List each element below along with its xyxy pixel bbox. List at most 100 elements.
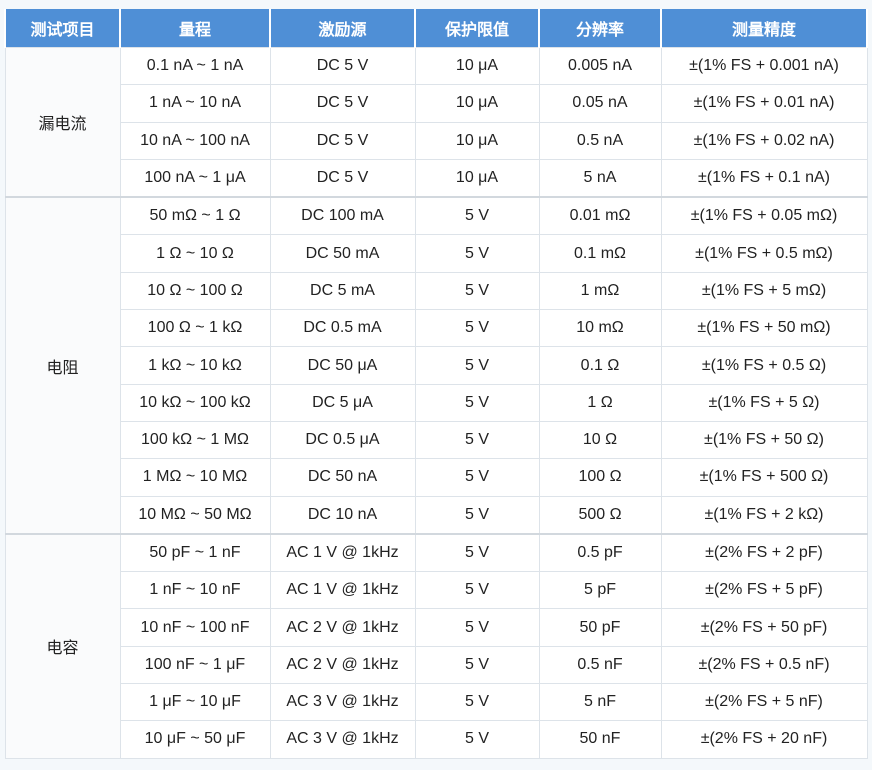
protection-limit-cell: 5 V — [414, 683, 540, 722]
range-cell: 50 pF ~ 1 nF — [119, 532, 271, 573]
range-cell: 1 nF ~ 10 nF — [119, 571, 271, 610]
excitation-cell: DC 0.5 mA — [269, 309, 416, 348]
excitation-cell: DC 5 μA — [269, 383, 416, 422]
table-row: 10 nA ~ 100 nA DC 5 V 10 μA 0.5 nA ±(1% FS +… — [5, 121, 868, 160]
protection-limit-cell: 5 V — [414, 196, 540, 236]
table-row: 10 kΩ ~ 100 kΩ DC 5 μA 5 V1 Ω ±(1% FS + 5 Ω… — [5, 383, 868, 422]
accuracy-cell: ±(1% FS + 0.02 nA) — [660, 121, 868, 160]
protection-limit-cell: 5 V — [414, 309, 540, 348]
excitation-cell: AC 3 V @ 1kHz — [269, 720, 416, 759]
accuracy-cell: ±(1% FS + 500 Ω) — [660, 458, 868, 497]
accuracy-cell: ±(1% FS + 0.5 Ω) — [660, 346, 868, 385]
resolution-cell: 5 nF — [538, 683, 662, 722]
range-cell: 1 nA ~ 10 nA — [119, 84, 271, 123]
range-cell: 10 nA ~ 100 nA — [119, 121, 271, 160]
protection-limit-cell: 10 μA — [414, 158, 540, 198]
table-row: 电容 50 pF ~ 1 nF AC 1 V @ 1kHz 5 V 0.5 pF ±(2%… — [4, 532, 868, 759]
excitation-cell: AC 2 V @ 1kHz — [269, 645, 416, 685]
table-row: 1 MΩ ~ 10 MΩ DC 50 nA 5 V 100 Ω ±(1% FS + 50… — [5, 458, 868, 497]
resolution-cell: 100 Ω — [538, 458, 662, 497]
excitation-cell: AC 2 V @ 1kHz — [269, 608, 416, 647]
excitation-cell: DC 5 V — [269, 121, 416, 160]
header-accuracy: 测量精度 — [660, 9, 868, 48]
range-cell: 1 Ω ~ 10 Ω — [119, 234, 271, 273]
range-cell: 100 Ω ~ 1 kΩ — [119, 309, 271, 348]
accuracy-cell: ±(1% FS + 0.1 nA) — [660, 158, 868, 198]
resolution-cell: 1 mΩ — [538, 271, 662, 311]
resolution-cell: 0.005 nA — [538, 46, 662, 86]
resolution-cell: 0.1 mΩ — [538, 234, 662, 273]
table-row: 100 kΩ ~ 1 MΩ DC 0.5 μA 5 V 10 Ω ±(1% FS + 5… — [5, 420, 868, 460]
header-test-item: 测试项目 — [4, 9, 121, 48]
range-cell: 0.1 nA ~ 1 nA — [119, 46, 271, 86]
resolution-cell: 0.05 nA — [538, 84, 662, 123]
table-header-row: 测试项目 量程 激励源 保护限值 分辨率 测量精度 — [4, 9, 868, 48]
range-cell: 1 μF ~ 10 μF — [119, 683, 271, 722]
excitation-cell: DC 50 mA — [269, 234, 416, 273]
accuracy-cell: ±(1% FS + 0.5 mΩ) — [660, 234, 868, 273]
protection-limit-cell: 5 V — [414, 346, 540, 385]
protection-limit-cell: 5 V — [414, 458, 540, 497]
protection-limit-cell: 5 V — [414, 271, 540, 311]
excitation-cell: DC 50 μA — [269, 346, 416, 385]
table-row: 10 nF ~ 100 nF AC 2 V @ 1kHz 5 V 50 pF ±(2% … — [5, 608, 868, 647]
test-item-cell: 漏电流 — [4, 47, 121, 198]
protection-limit-cell: 5 V — [414, 720, 540, 759]
table-row: 1 μF ~ 10 μF AC 3 V @ 1kHz 5 V5 nF ±(2% FS … — [5, 683, 868, 722]
excitation-cell: AC 1 V @ 1kHz — [269, 532, 416, 573]
resolution-cell: 500 Ω — [538, 495, 662, 535]
table-body: 漏电流 0.1 nA ~ 1 nA DC 5 V 10 μA 0.005 nA ±(1% … — [4, 46, 868, 759]
accuracy-cell: ±(2% FS + 5 nF) — [660, 683, 868, 722]
resolution-cell: 0.5 nF — [538, 645, 662, 685]
excitation-cell: AC 3 V @ 1kHz — [269, 683, 416, 722]
range-cell: 100 nF ~ 1 μF — [119, 645, 271, 685]
range-cell: 1 kΩ ~ 10 kΩ — [119, 346, 271, 385]
protection-limit-cell: 10 μA — [414, 84, 540, 123]
resolution-cell: 50 pF — [538, 608, 662, 647]
accuracy-cell: ±(2% FS + 0.5 nF) — [660, 645, 868, 685]
excitation-cell: DC 0.5 μA — [269, 420, 416, 460]
table-row: 100 nF ~ 1 μF AC 2 V @ 1kHz 5 V 0.5 nF ±(2% … — [5, 645, 868, 685]
range-cell: 100 nA ~ 1 μA — [119, 158, 271, 198]
test-item-cell: 电阻 — [4, 196, 121, 535]
range-cell: 10 nF ~ 100 nF — [119, 608, 271, 647]
accuracy-cell: ±(1% FS + 50 Ω) — [660, 420, 868, 460]
accuracy-cell: ±(2% FS + 20 nF) — [660, 720, 868, 759]
range-cell: 100 kΩ ~ 1 MΩ — [119, 420, 271, 460]
table-row: 10 MΩ ~ 50 MΩ DC 10 nA 5 V 500 Ω ±(1% FS + 2… — [5, 495, 868, 535]
accuracy-cell: ±(1% FS + 5 Ω) — [660, 383, 868, 422]
accuracy-cell: ±(1% FS + 0.001 nA) — [660, 46, 868, 86]
protection-limit-cell: 5 V — [414, 532, 540, 573]
accuracy-cell: ±(1% FS + 0.01 nA) — [660, 84, 868, 123]
range-cell: 1 MΩ ~ 10 MΩ — [119, 458, 271, 497]
spec-table: 测试项目 量程 激励源 保护限值 分辨率 测量精度 漏电流 0.1 nA ~ 1 … — [4, 9, 868, 759]
resolution-cell: 0.1 Ω — [538, 346, 662, 385]
header-protection-limit: 保护限值 — [414, 9, 540, 48]
table-row: 1 Ω ~ 10 Ω DC 50 mA 5 V 0.1 mΩ ±(1% FS + 0.5… — [5, 234, 868, 273]
header-resolution: 分辨率 — [538, 9, 662, 48]
protection-limit-cell: 5 V — [414, 383, 540, 422]
resolution-cell: 0.01 mΩ — [538, 196, 662, 236]
protection-limit-cell: 5 V — [414, 420, 540, 460]
protection-limit-cell: 5 V — [414, 608, 540, 647]
accuracy-cell: ±(1% FS + 50 mΩ) — [660, 309, 868, 348]
resolution-cell: 10 mΩ — [538, 309, 662, 348]
resolution-cell: 50 nF — [538, 720, 662, 759]
excitation-cell: DC 50 nA — [269, 458, 416, 497]
table-row: 10 μF ~ 50 μF AC 3 V @ 1kHz 5 V 50 nF ±(2% F… — [5, 720, 868, 759]
table-row: 电阻 50 mΩ ~ 1 Ω DC 100 mA 5 V 0.01 mΩ ±(1% FS … — [4, 196, 868, 535]
range-cell: 10 kΩ ~ 100 kΩ — [119, 383, 271, 422]
excitation-cell: DC 5 V — [269, 158, 416, 198]
resolution-cell: 5 nA — [538, 158, 662, 198]
range-cell: 50 mΩ ~ 1 Ω — [119, 196, 271, 236]
table-row: 漏电流 0.1 nA ~ 1 nA DC 5 V 10 μA 0.005 nA ±(1% … — [4, 46, 868, 198]
spec-table-container: 测试项目 量程 激励源 保护限值 分辨率 测量精度 漏电流 0.1 nA ~ 1 … — [4, 9, 868, 759]
table-row: 10 Ω ~ 100 Ω DC 5 mA 5 V1 mΩ ±(1% FS + 5 mΩ… — [5, 271, 868, 311]
protection-limit-cell: 10 μA — [414, 121, 540, 160]
resolution-cell: 1 Ω — [538, 383, 662, 422]
excitation-cell: DC 100 mA — [269, 196, 416, 236]
accuracy-cell: ±(2% FS + 5 pF) — [660, 571, 868, 610]
resolution-cell: 0.5 nA — [538, 121, 662, 160]
accuracy-cell: ±(2% FS + 2 pF) — [660, 532, 868, 573]
excitation-cell: DC 5 V — [269, 46, 416, 86]
